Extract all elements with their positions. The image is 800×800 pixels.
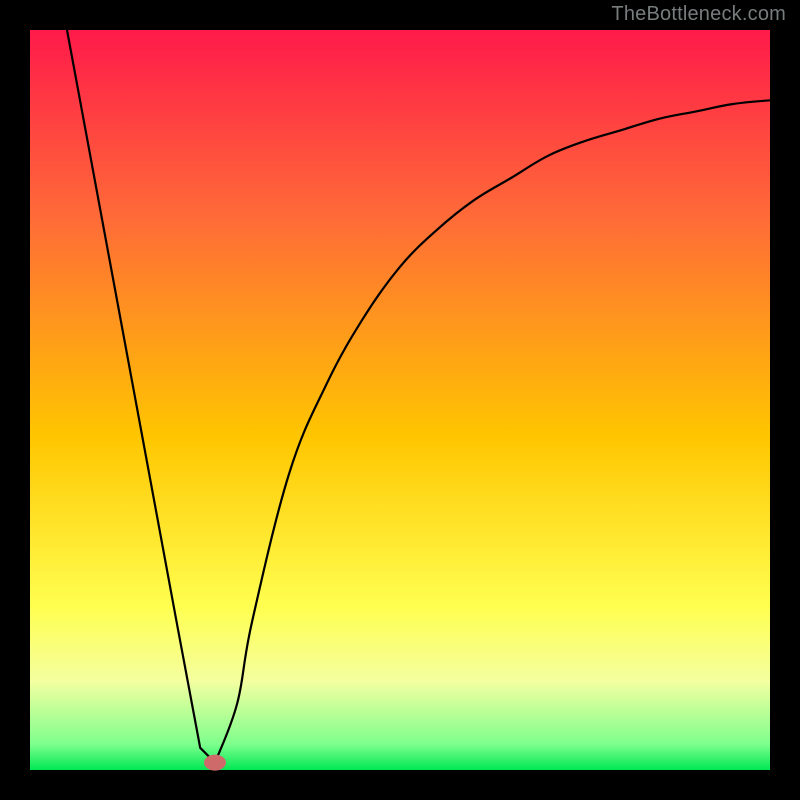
frame-right xyxy=(770,0,800,800)
attribution-text: TheBottleneck.com xyxy=(611,3,786,26)
bottleneck-chart xyxy=(0,0,800,800)
chart-container: TheBottleneck.com xyxy=(0,0,800,800)
plot-background xyxy=(30,30,770,770)
frame-bottom xyxy=(0,770,800,800)
frame-left xyxy=(0,0,30,800)
minimum-marker xyxy=(204,755,226,771)
